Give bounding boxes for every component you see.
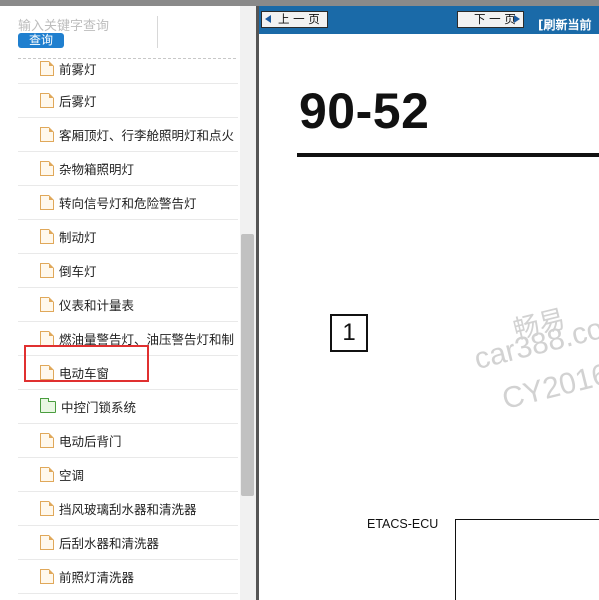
tree-item[interactable]: 电动后背门 [18,424,238,458]
tree-item-label: 转向信号灯和危险警告灯 [59,196,197,211]
document-icon [40,433,54,448]
next-page-label: 下 一 页 [474,12,516,26]
tree-item[interactable]: 仪表和计量表 [18,288,238,322]
right-arrow-icon [514,15,520,23]
document-icon [40,127,54,142]
tree-item-label: 制动灯 [59,230,97,245]
tree-item[interactable]: 中控门锁系统 [18,390,238,424]
tree-item[interactable]: 客厢顶灯、行李舱照明灯和点火 [18,118,238,152]
left-arrow-icon [265,15,271,23]
tree-item-label: 后刮水器和清洗器 [59,536,160,551]
ecu-label: ETACS-ECU [367,517,439,531]
tree-item[interactable]: 杂物箱照明灯 [18,152,238,186]
tree-item-label: 燃油量警告灯、油压警告灯和制 [59,332,235,347]
document-icon [40,535,54,550]
scrollbar-thumb[interactable] [241,234,254,496]
tree-item-label: 倒车灯 [59,264,97,279]
header-rule [297,153,599,157]
document-icon [40,195,54,210]
page-number: 90-52 [299,83,430,139]
tree-item-label: 空调 [59,468,85,483]
document-icon [40,161,54,176]
tree-item-label: 电动车窗 [59,366,110,381]
tree-item-label: 前照灯清洗器 [59,570,135,585]
viewer-toolbar: 上 一 页 下 一 页 [刷新当前 [259,6,599,34]
document-viewer: 上 一 页 下 一 页 [刷新当前 90-52 1 畅易 car388.co C… [259,6,599,600]
ecu-diagram-box [455,519,599,600]
tree-item[interactable]: 后刮水器和清洗器 [18,526,238,560]
left-navigation-pane: 查询 前雾灯后雾灯客厢顶灯、行李舱照明灯和点火杂物箱照明灯转向信号灯和危险警告灯… [0,6,256,600]
tree-item[interactable]: 转向信号灯和危险警告灯 [18,186,238,220]
document-icon [40,263,54,278]
tree-item-label: 仪表和计量表 [59,298,135,313]
document-icon [40,229,54,244]
tree-item-label: 中控门锁系统 [61,400,137,415]
tree-item-label: 挡风玻璃刮水器和清洗器 [59,502,197,517]
tree-item[interactable]: 空调 [18,458,238,492]
next-page-button[interactable]: 下 一 页 [457,11,524,28]
tree-item[interactable]: 倒车灯 [18,254,238,288]
tree-item[interactable]: 前雾灯 [18,54,238,84]
document-icon [40,365,54,380]
tree-item[interactable]: 制动灯 [18,220,238,254]
tree-item-label: 杂物箱照明灯 [59,162,135,177]
tree-item[interactable]: 后雾灯 [18,84,238,118]
document-tree: 前雾灯后雾灯客厢顶灯、行李舱照明灯和点火 杂物箱照明灯转向信号灯和危险警告灯 制动灯… [18,54,238,594]
tree-item-label: 前雾灯 [59,62,97,77]
document-icon [40,501,54,516]
tree-item-label: 电动后背门 [59,434,122,449]
tree-item[interactable]: 前照灯清洗器 [18,560,238,594]
prev-page-button[interactable]: 上 一 页 [261,11,328,28]
document-icon [40,569,54,584]
tree-item-label: 客厢顶灯、行李舱照明灯和点火 [59,128,235,143]
tree-item[interactable]: 电动车窗 [18,356,238,390]
search-box: 查询 [0,6,240,58]
tree-item[interactable]: 燃油量警告灯、油压警告灯和制 [18,322,238,356]
document-icon [40,61,54,76]
document-icon [40,93,54,108]
search-divider [157,16,158,48]
tree-item-label: 后雾灯 [59,94,97,109]
folder-icon [40,397,56,413]
document-icon [40,297,54,312]
prev-page-label: 上 一 页 [278,12,320,26]
document-icon [40,467,54,482]
tree-item[interactable]: 挡风玻璃刮水器和清洗器 [18,492,238,526]
document-icon [40,331,54,346]
refresh-current-link[interactable]: [刷新当前 [538,16,592,33]
callout-number-box: 1 [330,314,368,352]
search-button[interactable]: 查询 [18,33,64,48]
